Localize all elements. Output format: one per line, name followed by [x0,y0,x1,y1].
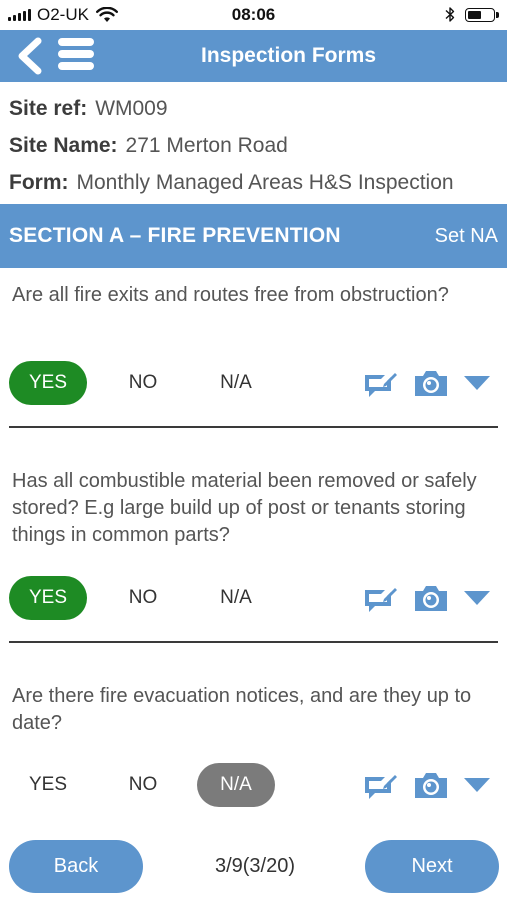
battery-icon [465,7,499,22]
question-text: Has all combustible material been remove… [12,470,477,546]
na-option[interactable]: N/A [197,763,275,807]
camera-icon[interactable] [413,770,449,800]
form-value: Monthly Managed Areas H&S Inspection [76,171,454,194]
comment-edit-icon[interactable] [363,582,399,614]
no-option[interactable]: NO [104,576,182,620]
status-bar: O2-UK 08:06 [0,0,507,30]
status-right [445,6,499,23]
no-option[interactable]: NO [104,361,182,405]
site-ref-row: Site ref: WM009 [9,94,454,131]
answer-group: YES NO N/A [9,576,499,620]
no-option[interactable]: NO [104,763,182,807]
yes-option[interactable]: YES [9,361,87,405]
page-indicator: 3/9(3/20) [214,855,296,877]
section-title: SECTION A – FIRE PREVENTION [9,224,341,247]
divider [9,641,498,643]
expand-down-icon[interactable] [463,374,491,392]
form-label: Form: [9,171,69,194]
answer-group: YES NO N/A [9,763,499,807]
question-actions [363,769,491,801]
section-header: SECTION A – FIRE PREVENTION Set NA [0,204,507,268]
site-name-label: Site Name: [9,134,118,157]
site-name-row: Site Name: 271 Merton Road [9,131,454,168]
site-name-value: 271 Merton Road [125,134,288,157]
back-button[interactable]: Back [9,840,143,893]
app-header: Inspection Forms [0,30,507,82]
na-option[interactable]: N/A [197,361,275,405]
na-option[interactable]: N/A [197,576,275,620]
yes-option[interactable]: YES [9,576,87,620]
status-time: 08:06 [231,5,276,24]
next-button[interactable]: Next [365,840,499,893]
camera-icon[interactable] [413,583,449,613]
camera-icon[interactable] [413,368,449,398]
form-row: Form: Monthly Managed Areas H&S Inspectio… [9,168,454,205]
back-chevron-icon[interactable] [10,36,50,76]
question-text: Are there fire evacuation notices, and a… [12,685,472,734]
site-ref-label: Site ref: [9,97,88,120]
expand-down-icon[interactable] [463,589,491,607]
comment-edit-icon[interactable] [363,367,399,399]
site-ref-value: WM009 [95,97,168,120]
comment-edit-icon[interactable] [363,769,399,801]
page-title: Inspection Forms [200,44,377,67]
question-text: Are all fire exits and routes free from … [12,284,449,306]
battery-level [468,10,481,19]
bluetooth-icon [445,7,455,22]
expand-down-icon[interactable] [463,776,491,794]
set-na-button[interactable]: Set NA [435,204,498,268]
divider [9,426,498,428]
yes-option[interactable]: YES [9,763,87,807]
menu-icon[interactable] [58,38,94,74]
question-actions [363,582,491,614]
site-info: Site ref: WM009 Site Name: 271 Merton Road… [9,94,454,205]
answer-group: YES NO N/A [9,361,499,405]
question-actions [363,367,491,399]
